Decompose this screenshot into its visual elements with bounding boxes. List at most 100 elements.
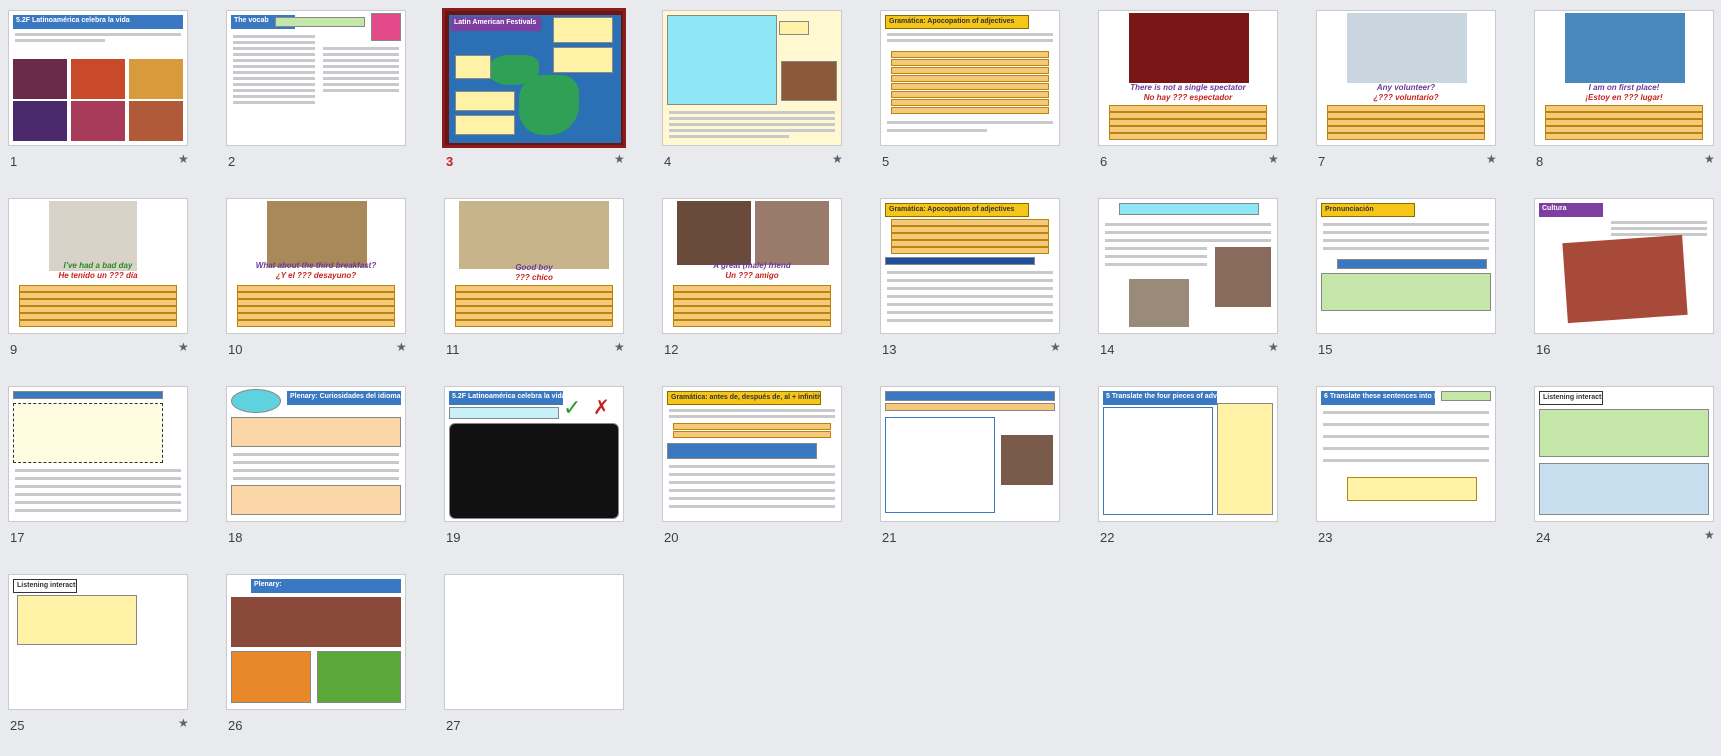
star-icon[interactable]: ★ — [1268, 340, 1279, 354]
slide-21[interactable]: 21 — [872, 376, 1060, 564]
slide-number: 25 — [10, 718, 25, 733]
slide-1[interactable]: 5.2F Latinoamérica celebra la vida 1 ★ — [0, 0, 189, 188]
slide-caption: Good boy — [515, 263, 553, 272]
slide-thumbnail[interactable]: What about the third breakfast? ¿Y el ??… — [226, 198, 406, 334]
slide-number: 22 — [1100, 530, 1115, 545]
slide-thumbnail[interactable]: 6 Translate these sentences into Spanish… — [1316, 386, 1496, 522]
slide-title: Latin American Festivals — [451, 17, 541, 31]
slide-title: Gramática: antes de, después de, al + in… — [667, 391, 821, 405]
slide-19[interactable]: 5.2F Latinoamérica celebra la vida ✓ ✗ 1… — [436, 376, 624, 564]
slide-number: 17 — [10, 530, 25, 545]
slide-number: 9 — [10, 342, 18, 357]
slide-caption: What about the third breakfast? — [255, 261, 377, 270]
slide-title: Plenary: Curiosidades del idioma Quechua — [287, 391, 401, 405]
slide-caption-spanish: ¿Y el ??? desayuno? — [275, 271, 357, 280]
slide-title: 5 Translate the four pieces of advice in… — [1103, 391, 1217, 405]
slide-number: 26 — [228, 718, 243, 733]
slide-24[interactable]: Listening interaction (1/2) 24 ★ — [1526, 376, 1715, 564]
star-icon[interactable]: ★ — [614, 152, 625, 166]
slide-thumbnail[interactable] — [444, 574, 624, 710]
slide-number: 13 — [882, 342, 897, 357]
star-icon[interactable]: ★ — [1268, 152, 1279, 166]
slide-thumbnail[interactable]: 5.2F Latinoamérica celebra la vida — [8, 10, 188, 146]
checkmark-icon: ✓ — [563, 395, 582, 420]
slide-6[interactable]: There is not a single spectator No hay ?… — [1090, 0, 1279, 188]
slide-thumbnail[interactable]: Latin American Festivals — [442, 8, 626, 148]
slide-title: 5.2F Latinoamérica celebra la vida — [13, 15, 183, 29]
slide-12[interactable]: A great (male) friend Un ??? amigo 12 — [654, 188, 842, 376]
star-icon[interactable]: ★ — [832, 152, 843, 166]
slide-number: 20 — [664, 530, 679, 545]
slide-thumbnail[interactable]: Listening interaction (1/2) — [1534, 386, 1714, 522]
slide-thumbnail[interactable]: Plenary: Curiosidades del idioma Quechua — [226, 386, 406, 522]
slide-thumbnail[interactable]: Pronunciación — [1316, 198, 1496, 334]
slide-thumbnail[interactable] — [880, 386, 1060, 522]
star-icon[interactable]: ★ — [178, 340, 189, 354]
star-icon[interactable]: ★ — [396, 340, 407, 354]
slide-thumbnail[interactable]: A great (male) friend Un ??? amigo — [662, 198, 842, 334]
slide-thumbnail[interactable]: Gramática: Apocopation of adjectives — [880, 198, 1060, 334]
star-icon[interactable]: ★ — [1486, 152, 1497, 166]
slide-7[interactable]: Any volunteer? ¿??? voluntario? 7 ★ — [1308, 0, 1497, 188]
slide-thumbnail[interactable]: 5 Translate the four pieces of advice in… — [1098, 386, 1278, 522]
slide-thumbnail[interactable]: 5.2F Latinoamérica celebra la vida ✓ ✗ — [444, 386, 624, 522]
slide-thumbnail[interactable]: I am on first place! ¡Estoy en ??? lugar… — [1534, 10, 1714, 146]
slide-16[interactable]: Cultura 16 — [1526, 188, 1714, 376]
slide-17[interactable]: 17 — [0, 376, 188, 564]
slide-18[interactable]: Plenary: Curiosidades del idioma Quechua… — [218, 376, 406, 564]
slide-caption-spanish: Un ??? amigo — [725, 271, 779, 280]
slide-20[interactable]: Gramática: antes de, después de, al + in… — [654, 376, 842, 564]
slide-number: 14 — [1100, 342, 1115, 357]
slide-title: 6 Translate these sentences into Spanish… — [1321, 391, 1435, 405]
star-icon[interactable]: ★ — [1704, 152, 1715, 166]
slide-3[interactable]: Latin American Festivals 3 ★ — [436, 0, 626, 188]
slide-title: Listening interaction (1/2) — [1539, 391, 1603, 405]
slide-2[interactable]: The vocab 2 — [218, 0, 406, 188]
slide-title: Plenary: — [251, 579, 401, 593]
slide-thumbnail[interactable]: Plenary: — [226, 574, 406, 710]
slide-title: Pronunciación — [1321, 203, 1415, 217]
slide-11[interactable]: Good boy ??? chico 11 ★ — [436, 188, 625, 376]
slide-27[interactable]: 27 — [436, 564, 624, 752]
star-icon[interactable]: ★ — [614, 340, 625, 354]
slide-thumbnail[interactable] — [662, 10, 842, 146]
slide-22[interactable]: 5 Translate the four pieces of advice in… — [1090, 376, 1278, 564]
slide-13[interactable]: Gramática: Apocopation of adjectives 13 … — [872, 188, 1061, 376]
slide-thumbnail[interactable]: Gramática: antes de, después de, al + in… — [662, 386, 842, 522]
slide-5[interactable]: Gramática: Apocopation of adjectives 5 — [872, 0, 1060, 188]
slide-25[interactable]: Listening interaction (2/2) 25 ★ — [0, 564, 189, 752]
slide-10[interactable]: What about the third breakfast? ¿Y el ??… — [218, 188, 407, 376]
slide-caption-spanish: He tenido un ??? día — [58, 271, 138, 280]
slide-title: Gramática: Apocopation of adjectives — [885, 203, 1029, 217]
slide-number: 21 — [882, 530, 897, 545]
slide-23[interactable]: 6 Translate these sentences into Spanish… — [1308, 376, 1496, 564]
slide-thumbnail[interactable]: Any volunteer? ¿??? voluntario? — [1316, 10, 1496, 146]
star-icon[interactable]: ★ — [178, 152, 189, 166]
slide-15[interactable]: Pronunciación 15 — [1308, 188, 1496, 376]
slide-thumbnail[interactable]: The vocab — [226, 10, 406, 146]
slide-thumbnail[interactable]: Gramática: Apocopation of adjectives — [880, 10, 1060, 146]
slide-thumbnail[interactable] — [8, 386, 188, 522]
slide-number: 18 — [228, 530, 243, 545]
slide-caption-spanish: No hay ??? espectador — [1143, 93, 1233, 102]
slide-thumbnail[interactable]: Good boy ??? chico — [444, 198, 624, 334]
slide-26[interactable]: Plenary: 26 — [218, 564, 406, 752]
star-icon[interactable]: ★ — [178, 716, 189, 730]
slide-14[interactable]: 14 ★ — [1090, 188, 1279, 376]
slide-thumbnail[interactable]: There is not a single spectator No hay ?… — [1098, 10, 1278, 146]
slide-number: 27 — [446, 718, 461, 733]
slide-number: 19 — [446, 530, 461, 545]
slide-thumbnail[interactable] — [1098, 198, 1278, 334]
slide-thumbnail[interactable]: I’ve had a bad day He tenido un ??? día — [8, 198, 188, 334]
slide-title: Gramática: Apocopation of adjectives — [885, 15, 1029, 29]
star-icon[interactable]: ★ — [1704, 528, 1715, 542]
star-icon[interactable]: ★ — [1050, 340, 1061, 354]
slide-title: Listening interaction (2/2) — [13, 579, 77, 593]
slide-title: 5.2F Latinoamérica celebra la vida — [449, 391, 563, 405]
slide-4[interactable]: 4 ★ — [654, 0, 843, 188]
slide-8[interactable]: I am on first place! ¡Estoy en ??? lugar… — [1526, 0, 1715, 188]
slide-thumbnail[interactable]: Cultura — [1534, 198, 1714, 334]
slide-caption-spanish: ??? chico — [515, 273, 553, 282]
slide-9[interactable]: I’ve had a bad day He tenido un ??? día … — [0, 188, 189, 376]
slide-thumbnail[interactable]: Listening interaction (2/2) — [8, 574, 188, 710]
